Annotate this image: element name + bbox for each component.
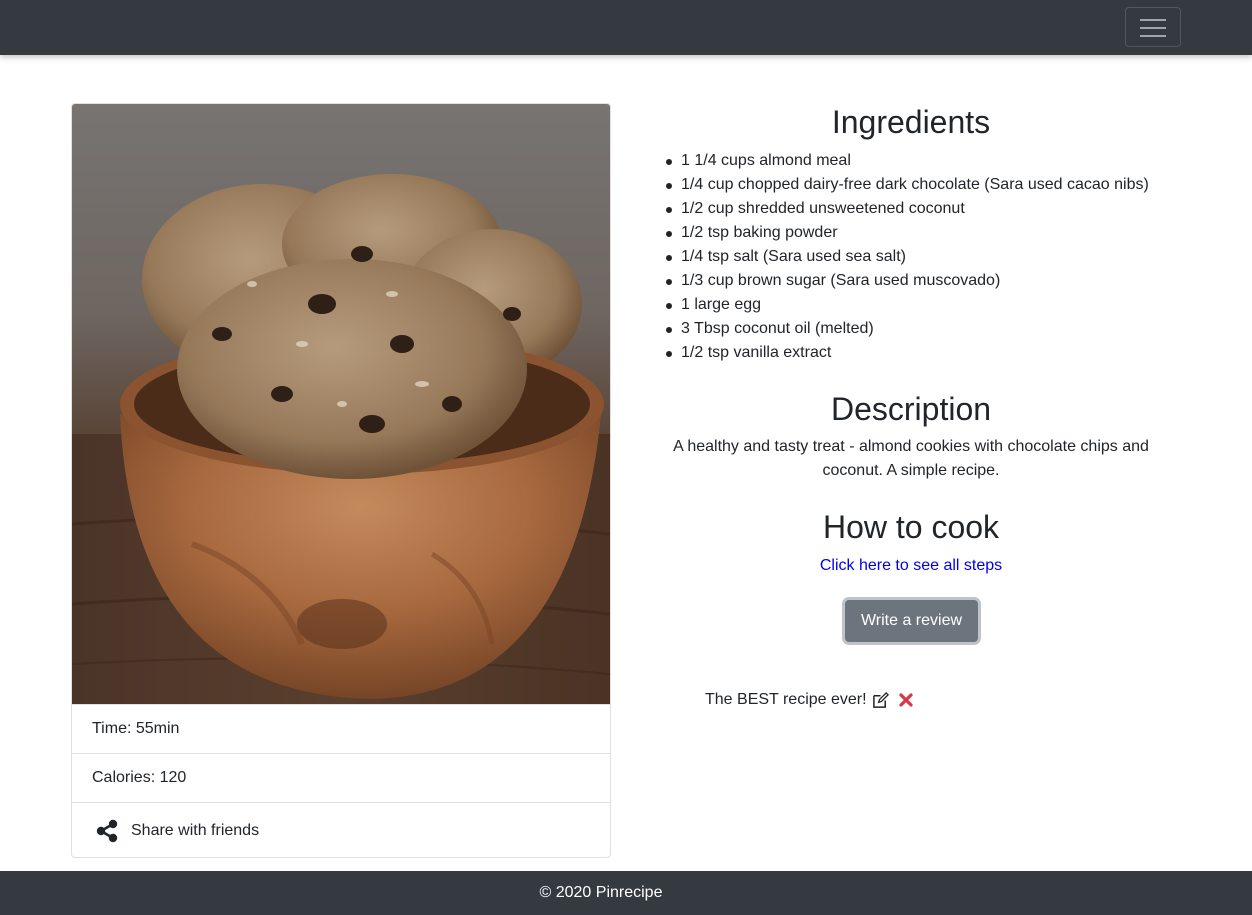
how-to-cook-heading: How to cook [822,509,1000,545]
share-button[interactable]: Share with friends [72,802,610,857]
hamburger-bar [1140,27,1166,29]
top-navbar [0,0,1252,55]
ingredient-item: 1/2 cup shredded unsweetened coconut [660,197,1149,221]
description-heading: Description [830,391,992,427]
footer-copyright: © 2020 Pinrecipe [539,884,663,901]
ingredient-item: 1/3 cup brown sugar (Sara used muscovado… [660,269,1149,293]
edit-icon[interactable] [872,691,889,709]
steps-link-wrapper: Click here to see all steps [660,554,1162,578]
ingredient-item: 3 Tbsp coconut oil (melted) [660,317,1149,341]
ingredient-item: 1 large egg [660,293,1149,317]
hamburger-bar [1140,19,1166,21]
ingredients-heading: Ingredients [831,104,991,140]
recipe-calories: Calories: 120 [72,753,610,802]
page-footer: © 2020 Pinrecipe [0,871,1252,915]
ingredient-item: 1 1/4 cups almond meal [660,149,1149,173]
hamburger-menu-icon[interactable] [1125,7,1181,47]
ingredients-list: 1 1/4 cups almond meal 1/4 cup chopped d… [660,149,1149,365]
recipe-time: Time: 55min [72,704,610,753]
cookie-bowl-photo [72,104,610,704]
description-text: A healthy and tasty treat - almond cooki… [673,438,1149,479]
recipe-card: Time: 55min Calories: 120 Share with fri… [71,103,611,858]
write-review-button[interactable]: Write a review [845,600,978,642]
ingredient-item: 1/2 tsp vanilla extract [660,341,1149,365]
share-icon [96,819,118,842]
ingredient-item: 1/4 tsp salt (Sara used sea salt) [660,245,1149,269]
review-text: The BEST recipe ever! [705,691,867,708]
hamburger-bar [1140,35,1166,37]
review-item: The BEST recipe ever! [705,689,913,711]
ingredient-item: 1/4 cup chopped dairy-free dark chocolat… [660,173,1149,197]
share-label: Share with friends [131,821,260,839]
ingredient-item: 1/2 tsp baking powder [660,221,1149,245]
recipe-image [72,104,610,704]
see-all-steps-link[interactable]: Click here to see all steps [820,557,1002,574]
delete-icon[interactable] [898,693,913,707]
